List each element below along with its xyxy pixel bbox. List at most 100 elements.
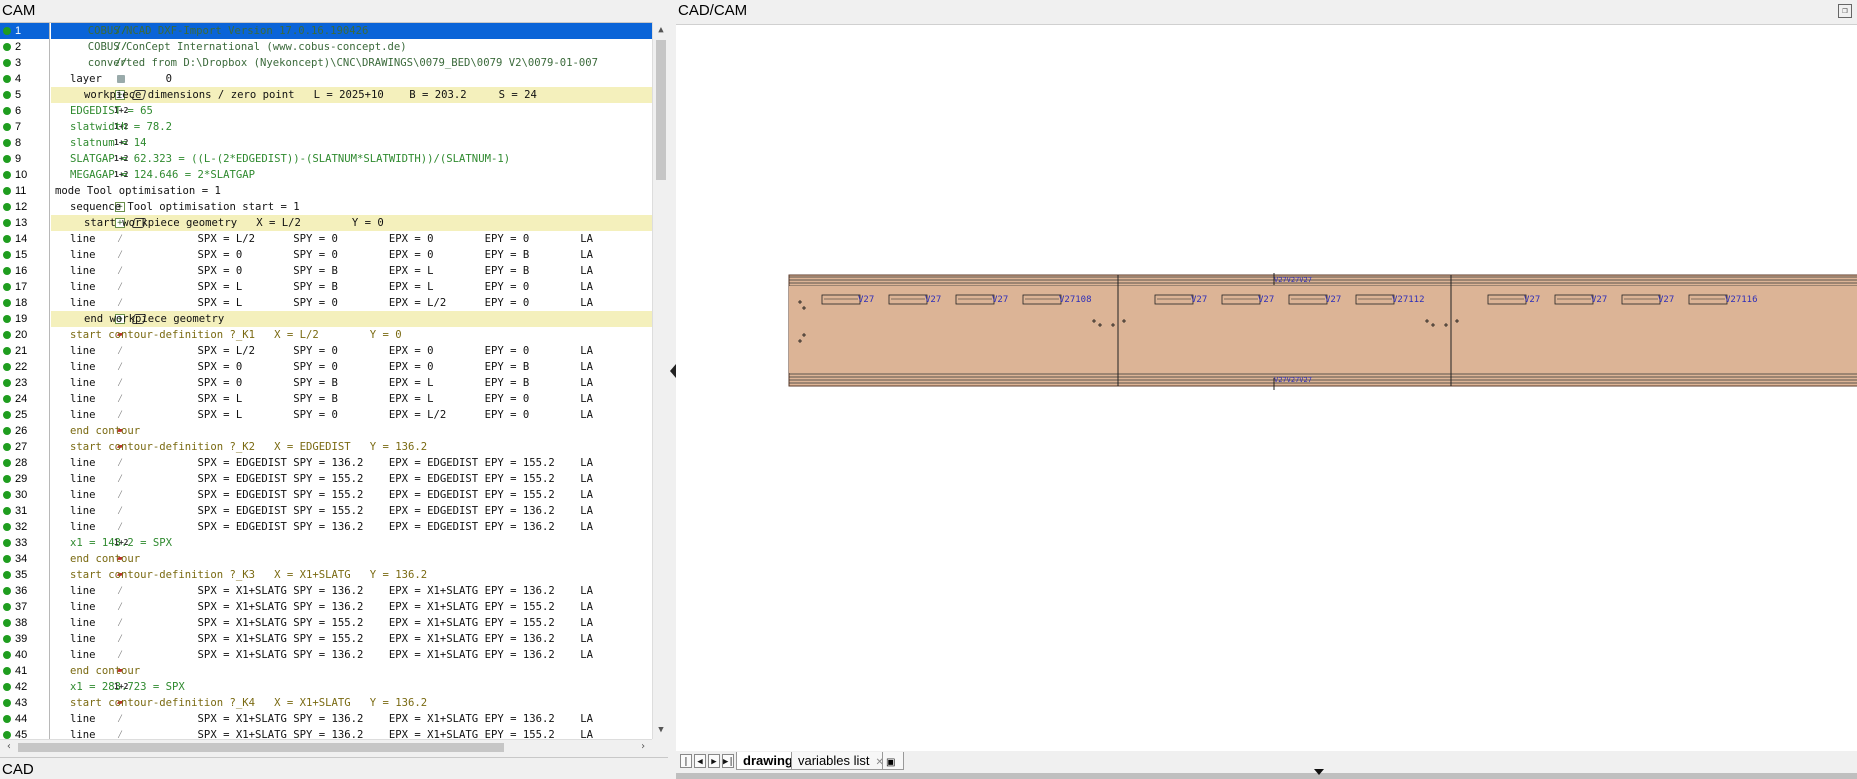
code-line[interactable]: 41 ▰ end contour [0, 663, 652, 679]
line-gutter[interactable]: 44 [0, 711, 50, 727]
line-gutter[interactable]: 17 [0, 279, 50, 295]
line-gutter[interactable]: 8 [0, 135, 50, 151]
code-line[interactable]: 22 ⁄ line SPX = 0 SPY = 0 EPX = 0 EPY = B … [0, 359, 652, 375]
line-gutter[interactable]: 28 [0, 455, 50, 471]
line-gutter[interactable]: 40 [0, 647, 50, 663]
line-gutter[interactable]: 6 [0, 103, 50, 119]
line-gutter[interactable]: 33 [0, 535, 50, 551]
expand-down-icon[interactable] [1314, 769, 1324, 775]
line-gutter[interactable]: 34 [0, 551, 50, 567]
code-line[interactable]: 7 1+2 slatwidth = 78.2 [0, 119, 652, 135]
line-gutter[interactable]: 19 [0, 311, 50, 327]
code-line[interactable]: 16 ⁄ line SPX = 0 SPY = B EPX = L EPY = B … [0, 263, 652, 279]
scroll-down-icon[interactable]: ▼ [656, 724, 666, 736]
code-line[interactable]: 18 ⁄ line SPX = L SPY = 0 EPX = L/2 EPY = … [0, 295, 652, 311]
workpiece-drawing[interactable]: V27V27V27V27V27V27V27 V27 V27 V27108 V27 V27 V… [676, 25, 1857, 752]
code-line[interactable]: 36 ⁄ line SPX = X1+SLATG SPY = 136.2 EPX =… [0, 583, 652, 599]
code-line[interactable]: 42 1+2 x1 = 283.723 = SPX [0, 679, 652, 695]
code-line[interactable]: 33 1+2 x1 = 143.2 = SPX [0, 535, 652, 551]
next-tab-icon[interactable]: ▶ [708, 754, 720, 768]
code-line[interactable]: 35 ▰ start contour-definition ?_K3 X = X1+… [0, 567, 652, 583]
horizontal-scrollbar[interactable]: ‹ › [0, 739, 652, 753]
line-gutter[interactable]: 27 [0, 439, 50, 455]
line-gutter[interactable]: 24 [0, 391, 50, 407]
line-gutter[interactable]: 45 [0, 727, 50, 739]
scroll-right-icon[interactable]: › [636, 740, 650, 754]
code-line[interactable]: 3 // converted from D:\Dropbox (Nyekoncep… [0, 55, 652, 71]
code-line[interactable]: 38 ⁄ line SPX = X1+SLATG SPY = 155.2 EPX =… [0, 615, 652, 631]
pane-splitter[interactable] [668, 0, 676, 779]
code-line[interactable]: 5 + workpiece dimensions / zero point L = … [0, 87, 652, 103]
code-line[interactable]: 1 // COBUS NCAD DXF-Import Version 17.0.1… [0, 23, 652, 39]
code-line[interactable]: 45 ⁄ line SPX = X1+SLATG SPY = 136.2 EPX =… [0, 727, 652, 739]
vertical-scroll-thumb[interactable] [656, 40, 666, 180]
code-line[interactable]: 19 + end workpiece geometry [0, 311, 652, 327]
code-line[interactable]: 26 ▰ end contour [0, 423, 652, 439]
code-line[interactable]: 15 ⁄ line SPX = 0 SPY = 0 EPX = 0 EPY = B … [0, 247, 652, 263]
code-line[interactable]: 12 + sequence Tool optimisation start = 1 [0, 199, 652, 215]
code-line[interactable]: 2 // COBUS ConCept International (www.cob… [0, 39, 652, 55]
line-gutter[interactable]: 25 [0, 407, 50, 423]
code-line[interactable]: 4 layer 0 [0, 71, 652, 87]
line-gutter[interactable]: 20 [0, 327, 50, 343]
line-gutter[interactable]: 35 [0, 567, 50, 583]
line-gutter[interactable]: 3 [0, 55, 50, 71]
code-line[interactable]: 43 ▰ start contour-definition ?_K4 X = X1+… [0, 695, 652, 711]
tab-variables-list[interactable]: variables list ✕ [791, 752, 891, 770]
last-tab-icon[interactable]: ▶| [722, 754, 734, 768]
line-gutter[interactable]: 1 [0, 23, 50, 39]
line-gutter[interactable]: 31 [0, 503, 50, 519]
line-gutter[interactable]: 26 [0, 423, 50, 439]
code-line[interactable]: 40 ⁄ line SPX = X1+SLATG SPY = 136.2 EPX =… [0, 647, 652, 663]
line-gutter[interactable]: 30 [0, 487, 50, 503]
horizontal-scroll-thumb[interactable] [18, 743, 504, 752]
code-line[interactable]: 30 ⁄ line SPX = EDGEDIST SPY = 155.2 EPX =… [0, 487, 652, 503]
code-line[interactable]: 23 ⁄ line SPX = 0 SPY = B EPX = L EPY = B … [0, 375, 652, 391]
code-line[interactable]: 27 ▰ start contour-definition ?_K2 X = EDG… [0, 439, 652, 455]
first-tab-icon[interactable]: |◀ [680, 754, 692, 779]
scroll-up-icon[interactable]: ▲ [656, 24, 666, 36]
vertical-scrollbar[interactable]: ▲ ▼ [652, 22, 668, 739]
line-gutter[interactable]: 5 [0, 87, 50, 103]
code-line[interactable]: 21 ⁄ line SPX = L/2 SPY = 0 EPX = 0 EPY = … [0, 343, 652, 359]
code-line[interactable]: 44 ⁄ line SPX = X1+SLATG SPY = 136.2 EPX =… [0, 711, 652, 727]
line-gutter[interactable]: 15 [0, 247, 50, 263]
code-line[interactable]: 8 1+2 slatnum = 14 [0, 135, 652, 151]
line-gutter[interactable]: 7 [0, 119, 50, 135]
line-gutter[interactable]: 2 [0, 39, 50, 55]
code-line[interactable]: 24 ⁄ line SPX = L SPY = B EPX = L EPY = 0 … [0, 391, 652, 407]
line-gutter[interactable]: 21 [0, 343, 50, 359]
code-line[interactable]: 29 ⁄ line SPX = EDGEDIST SPY = 155.2 EPX =… [0, 471, 652, 487]
line-gutter[interactable]: 39 [0, 631, 50, 647]
line-gutter[interactable]: 4 [0, 71, 50, 87]
code-line[interactable]: 25 ⁄ line SPX = L SPY = 0 EPX = L/2 EPY = … [0, 407, 652, 423]
code-line[interactable]: 31 ⁄ line SPX = EDGEDIST SPY = 155.2 EPX =… [0, 503, 652, 519]
line-gutter[interactable]: 13 [0, 215, 50, 231]
line-gutter[interactable]: 38 [0, 615, 50, 631]
code-line[interactable]: 13 + start workpiece geometry X = L/2 Y = … [0, 215, 652, 231]
code-line[interactable]: 32 ⁄ line SPX = EDGEDIST SPY = 136.2 EPX =… [0, 519, 652, 535]
line-gutter[interactable]: 41 [0, 663, 50, 679]
code-line[interactable]: 37 ⁄ line SPX = X1+SLATG SPY = 136.2 EPX =… [0, 599, 652, 615]
line-gutter[interactable]: 29 [0, 471, 50, 487]
prev-tab-icon[interactable]: ◀ [694, 754, 706, 768]
drawing-canvas[interactable]: V27V27V27 V27V27V27 V27 V27 V27 V27108 V27 V27 V… [676, 24, 1857, 751]
line-gutter[interactable]: 12 [0, 199, 50, 215]
line-gutter[interactable]: 22 [0, 359, 50, 375]
code-line[interactable]: 20 ▰ start contour-definition ?_K1 X = L/2… [0, 327, 652, 343]
code-line[interactable]: 10 1+2 MEGAGAP = 124.646 = 2*SLATGAP [0, 167, 652, 183]
code-line[interactable]: 17 ⁄ line SPX = L SPY = B EPX = L EPY = 0 … [0, 279, 652, 295]
line-gutter[interactable]: 9 [0, 151, 50, 167]
code-line[interactable]: 9 1+2 SLATGAP = 62.323 = ((L-(2*EDGEDIST))… [0, 151, 652, 167]
code-line[interactable]: 14 ⁄ line SPX = L/2 SPY = 0 EPX = 0 EPY = … [0, 231, 652, 247]
restore-window-icon[interactable]: ❐ [1838, 4, 1852, 18]
line-gutter[interactable]: 23 [0, 375, 50, 391]
nc-program-list[interactable]: 1 // COBUS NCAD DXF-Import Version 17.0.1… [0, 22, 652, 739]
code-line[interactable]: 34 ▰ end contour [0, 551, 652, 567]
line-gutter[interactable]: 42 [0, 679, 50, 695]
line-gutter[interactable]: 16 [0, 263, 50, 279]
line-gutter[interactable]: 18 [0, 295, 50, 311]
code-line[interactable]: 39 ⁄ line SPX = X1+SLATG SPY = 155.2 EPX =… [0, 631, 652, 647]
code-line[interactable]: 6 1+2 EDGEDIST = 65 [0, 103, 652, 119]
bottom-splitter[interactable] [676, 773, 1857, 779]
